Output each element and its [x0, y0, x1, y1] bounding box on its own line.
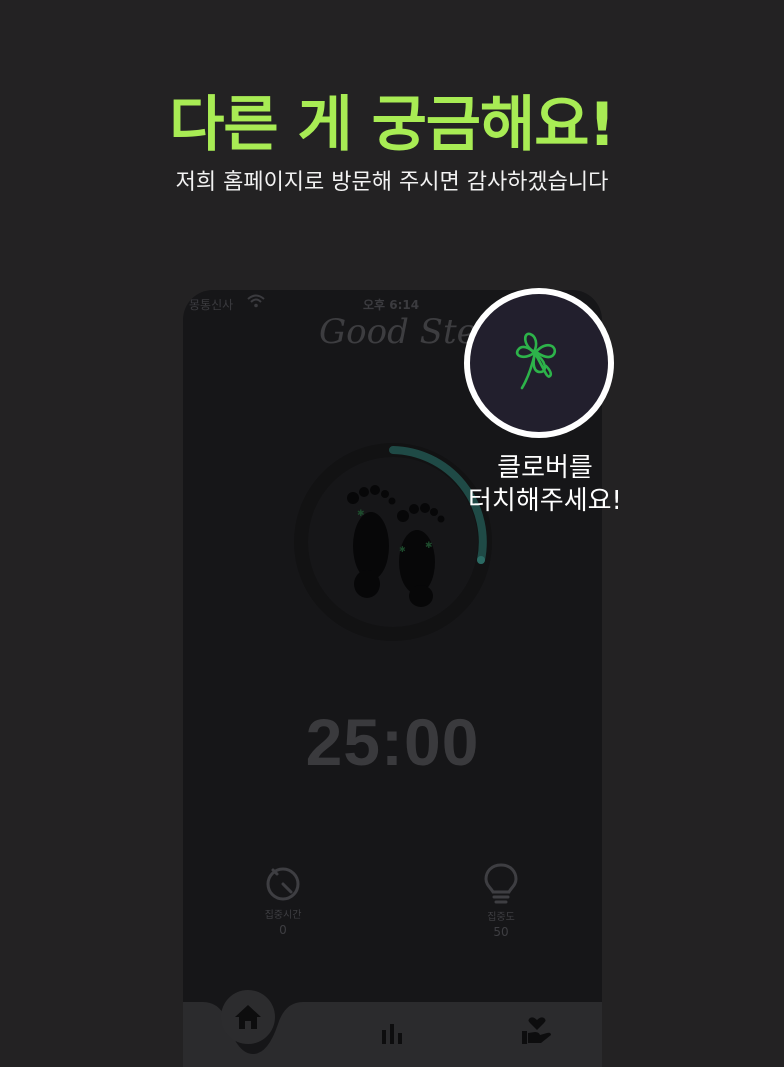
tab-home[interactable] — [221, 990, 275, 1044]
focus-level-label: 집중도 — [487, 912, 515, 923]
clover-button[interactable] — [464, 288, 614, 438]
carrier-label: 몽통신사 — [189, 298, 234, 312]
focus-time-label: 집중시간 — [264, 910, 302, 921]
bar-chart-icon — [382, 1024, 402, 1044]
tab-donate[interactable] — [521, 1016, 553, 1050]
home-icon — [235, 1005, 261, 1029]
svg-text:✱: ✱ — [399, 545, 406, 554]
status-time: 오후 6:14 — [363, 298, 420, 312]
svg-text:✱: ✱ — [357, 509, 365, 519]
focus-time-stat: 집중시간 0 — [243, 862, 323, 937]
focus-level-stat: 집중도 50 — [461, 862, 541, 939]
footprints-icon: ✱ ✱ ✱ — [347, 485, 445, 607]
focus-time-value: 0 — [279, 923, 287, 937]
heart-hand-icon — [522, 1017, 551, 1044]
stopwatch-icon — [266, 867, 300, 901]
focus-level-value: 50 — [493, 925, 509, 939]
clover-callout: 클로버를 터치해주세요! — [440, 452, 650, 518]
svg-text:✱: ✱ — [425, 541, 433, 551]
wifi-icon — [247, 294, 265, 311]
timer-display: 25:00 — [305, 705, 480, 779]
callout-line-2: 터치해주세요! — [468, 486, 622, 516]
lightbulb-icon — [484, 863, 518, 904]
tab-stats[interactable] — [380, 1022, 404, 1048]
page-subtitle: 저희 홈페이지로 방문해 주시면 감사하겠습니다 — [175, 170, 609, 195]
page-title: 다른 게 궁금해요! — [169, 90, 616, 160]
callout-line-1: 클로버를 — [497, 453, 593, 483]
clover-icon — [515, 332, 557, 390]
promo-page: 다른 게 궁금해요! 저희 홈페이지로 방문해 주시면 감사하겠습니다 몽통신사… — [0, 0, 784, 1067]
